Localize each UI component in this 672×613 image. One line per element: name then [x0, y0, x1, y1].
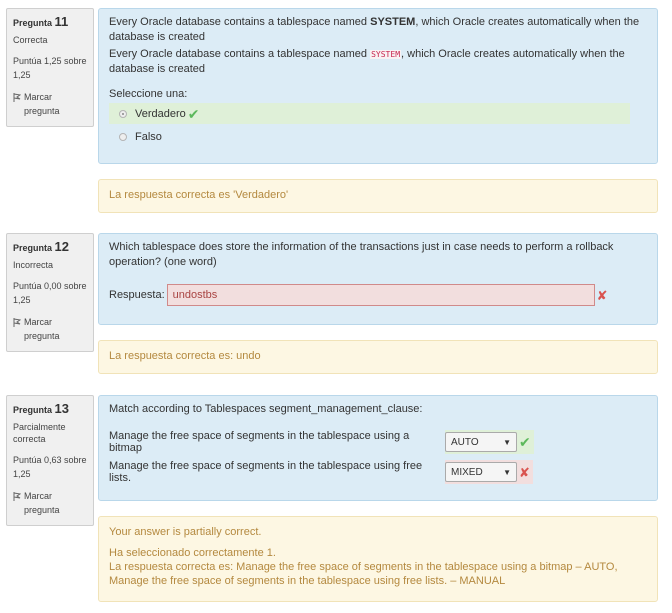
check-icon: ✔: [519, 434, 531, 450]
question-text: Which tablespace does store the informat…: [109, 241, 614, 268]
question-grade: Puntúa 1,25 sobre 1,25: [13, 56, 87, 80]
question-info-12: Pregunta 12 Incorrecta Puntúa 0,00 sobre…: [6, 233, 94, 352]
feedback-13: Your answer is partially correct. Ha sel…: [98, 516, 658, 602]
flag-question-link[interactable]: Marcar pregunta: [13, 315, 88, 343]
flag-question-link[interactable]: Marcar pregunta: [13, 90, 88, 118]
question-number: Pregunta 11: [13, 14, 69, 29]
question-grade: Puntúa 0,63 sobre 1,25: [13, 455, 87, 479]
option-verdadero[interactable]: Verdadero ✔: [109, 103, 630, 124]
radio-button[interactable]: [119, 132, 127, 141]
question-info-13: Pregunta 13 Parcialmente correcta Puntúa…: [6, 395, 94, 526]
question-content-11: Every Oracle database contains a tablesp…: [98, 8, 658, 164]
flag-icon: [13, 318, 21, 327]
feedback-count: Ha seleccionado correctamente 1.: [109, 547, 276, 559]
answer-prompt: Seleccione una:: [109, 88, 188, 100]
answer-label: Respuesta:: [109, 289, 165, 301]
flag-question-link[interactable]: Marcar pregunta: [13, 489, 88, 517]
question-number: Pregunta 12: [13, 239, 69, 254]
chevron-down-icon: ▼: [503, 437, 511, 447]
feedback-11: La respuesta correcta es 'Verdadero': [98, 179, 658, 213]
feedback-12: La respuesta correcta es: undo: [98, 340, 658, 374]
question-info-11: Pregunta 11 Correcta Puntúa 1,25 sobre 1…: [6, 8, 94, 127]
flag-icon: [13, 93, 21, 102]
flag-icon: [13, 492, 21, 501]
question-text: Match according to Tablespaces segment_m…: [109, 403, 423, 415]
feedback-summary: Your answer is partially correct.: [109, 526, 262, 538]
cross-icon: ✘: [596, 287, 608, 303]
match-select-free-lists[interactable]: MIXED ▼: [445, 462, 517, 482]
question-grade: Puntúa 0,00 sobre 1,25: [13, 281, 87, 305]
match-select-wrap: MIXED ▼ ✘: [445, 460, 533, 484]
radio-button[interactable]: [119, 109, 127, 118]
option-falso[interactable]: Falso: [109, 126, 647, 147]
check-icon: ✔: [187, 105, 200, 122]
question-state: Parcialmente correcta: [13, 422, 66, 444]
match-row-bitmap: Manage the free space of segments in the…: [109, 430, 647, 454]
match-label: Manage the free space of segments in the…: [109, 460, 423, 484]
question-content-12: Which tablespace does store the informat…: [98, 233, 658, 325]
match-row-free-lists: Manage the free space of segments in the…: [109, 460, 647, 484]
match-label: Manage the free space of segments in the…: [109, 430, 410, 454]
question-content-13: Match according to Tablespaces segment_m…: [98, 395, 658, 501]
answer-input[interactable]: [166, 284, 595, 306]
chevron-down-icon: ▼: [503, 467, 511, 477]
feedback-correct-answer: La respuesta correcta es: Manage the fre…: [109, 561, 618, 587]
match-select-wrap: AUTO ▼ ✔: [445, 430, 534, 454]
question-state: Incorrecta: [13, 260, 54, 270]
question-text-secondary: Every Oracle database contains a tablesp…: [109, 48, 625, 75]
question-state: Correcta: [13, 35, 48, 45]
question-number: Pregunta 13: [13, 401, 69, 416]
answer-row: Respuesta: ✘: [109, 284, 647, 306]
cross-icon: ✘: [519, 464, 530, 480]
match-select-bitmap[interactable]: AUTO ▼: [445, 432, 517, 452]
question-text: Every Oracle database contains a tablesp…: [109, 16, 640, 43]
